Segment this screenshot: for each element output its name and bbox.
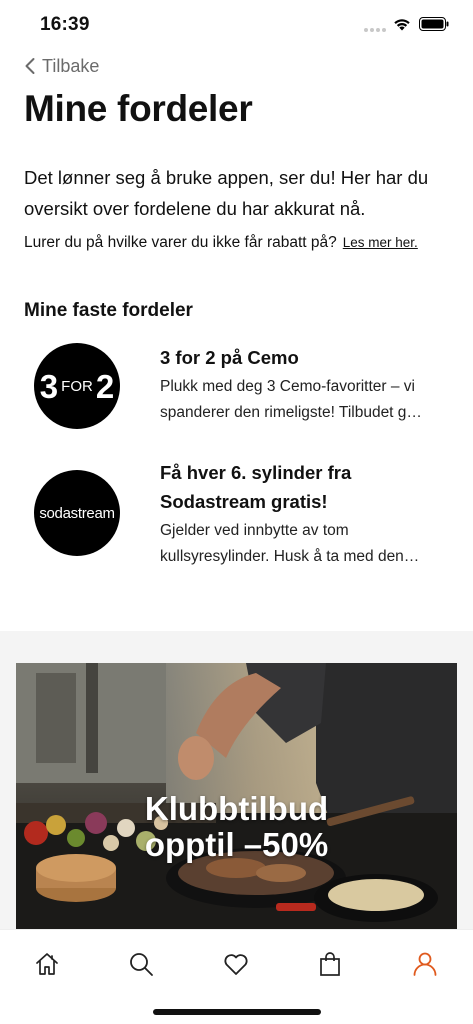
logo-3for2-left: 3 (39, 367, 59, 405)
logo-3for2-mid: FOR (61, 377, 93, 395)
tab-cart[interactable] (316, 950, 344, 978)
page-title: Mine fordeler (24, 88, 253, 129)
benefit-description: Gjelder ved innbytte av tom kullsyresyli… (160, 518, 444, 570)
promo-line-2: opptil –50% (144, 826, 329, 863)
home-indicator (153, 1009, 321, 1015)
sodastream-logo: sodastream (34, 470, 120, 556)
rabatt-info: Lurer du på hvilke varer du ikke får rab… (24, 234, 418, 252)
back-button[interactable]: Tilbake (24, 54, 99, 78)
search-icon (130, 953, 153, 976)
tab-profile[interactable] (411, 950, 439, 978)
status-time: 16:39 (40, 14, 90, 35)
tab-home[interactable] (33, 950, 61, 978)
benefit-desc-line: Gjelder ved innbytte av tom (160, 522, 349, 539)
shopping-bag-icon (320, 952, 340, 976)
benefit-card-cemo[interactable]: 3 FOR 2 3 for 2 på Cemo Plukk med deg 3 … (34, 343, 444, 429)
benefit-title-line: Sodastream gratis! (160, 491, 328, 512)
tab-search[interactable] (127, 950, 155, 978)
home-icon (36, 953, 58, 975)
benefit-desc-line: Plukk med deg 3 Cemo-favoritter – vi (160, 378, 415, 395)
3for2-logo: 3 FOR 2 (34, 343, 120, 429)
rabatt-question: Lurer du på hvilke varer du ikke får rab… (24, 234, 337, 251)
chevron-left-icon (25, 58, 35, 74)
les-mer-link[interactable]: Les mer her. (343, 235, 418, 250)
benefit-description: Plukk med deg 3 Cemo-favoritter – vi spa… (160, 374, 444, 426)
signal-icon (364, 28, 386, 32)
tab-favorites[interactable] (222, 950, 250, 978)
benefit-card-sodastream[interactable]: sodastream Få hver 6. sylinder fra Sodas… (34, 458, 444, 570)
benefit-title-line: 3 for 2 på Cemo (160, 347, 299, 368)
promo-banner[interactable]: Klubbtilbud opptil –50% (16, 663, 457, 929)
logo-3for2-right: 2 (95, 367, 115, 405)
promo-line-1: Klubbtilbud (144, 790, 329, 827)
benefit-title: Få hver 6. sylinder fra Sodastream grati… (160, 458, 444, 516)
benefit-title: 3 for 2 på Cemo (160, 343, 444, 372)
back-label: Tilbake (42, 55, 100, 76)
sodastream-logo-text: sodastream (39, 504, 115, 522)
status-bar: 16:39 (0, 0, 473, 50)
benefit-desc-line: spanderer den rimeligste! Tilbudet g… (160, 404, 422, 421)
promo-text: Klubbtilbud opptil –50% (16, 791, 457, 863)
heart-icon (224, 954, 248, 975)
benefit-desc-line: kullsyresylinder. Husk å ta med den… (160, 548, 420, 565)
intro-text: Det lønner seg å bruke appen, ser du! He… (24, 167, 429, 219)
benefit-title-line: Få hver 6. sylinder fra (160, 462, 352, 483)
battery-icon (419, 17, 449, 31)
wifi-icon (394, 19, 410, 31)
profile-icon (413, 952, 437, 976)
section-title-fixed-benefits: Mine faste fordeler (24, 300, 193, 321)
